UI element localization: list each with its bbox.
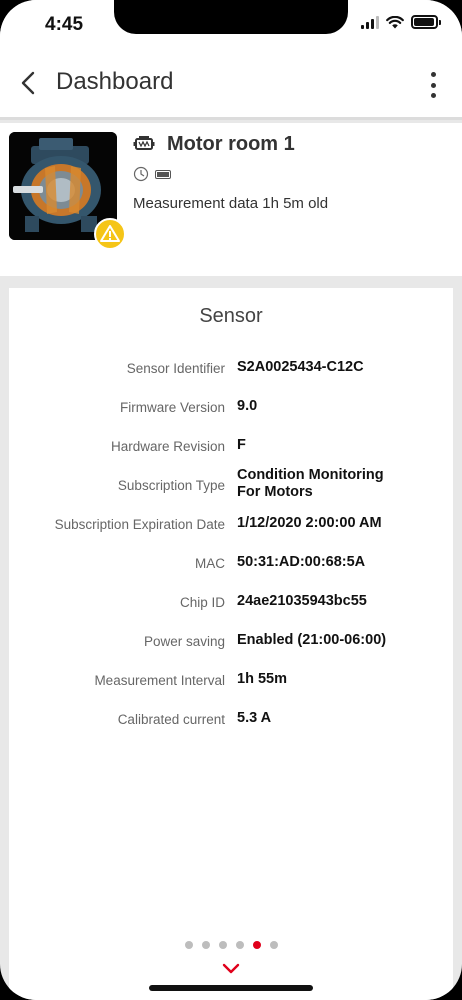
sensor-row-chip-id: Chip ID 24ae21035943bc55 (9, 593, 453, 632)
row-value: 9.0 (237, 398, 258, 414)
row-label: Sensor Identifier (126, 361, 225, 376)
sensor-battery-icon (155, 170, 171, 179)
notch (114, 0, 348, 34)
more-options-button[interactable] (428, 72, 438, 98)
row-value: 1h 55m (237, 671, 287, 687)
measurement-age: Measurement data 1h 5m old (133, 195, 329, 212)
row-label: Chip ID (179, 595, 225, 610)
battery-icon (411, 15, 441, 29)
row-label: MAC (195, 556, 225, 571)
sensor-row-mac: MAC 50:31:AD:00:68:5A (9, 554, 453, 593)
page-title: Dashboard (56, 68, 174, 95)
row-value: S2A0025434-C12C (237, 359, 364, 375)
row-label: Subscription Expiration Date (54, 517, 225, 532)
status-bar: 4:45 (0, 0, 462, 50)
phone-screen: 4:45 Dashboard Motor room 1 Measurement … (0, 0, 462, 1000)
page-dot[interactable] (184, 941, 193, 949)
clock-icon (133, 166, 149, 182)
row-label: Power saving (143, 634, 225, 649)
sensor-row-power-saving: Power saving Enabled (21:00-06:00) (9, 632, 453, 671)
status-time: 4:45 (45, 14, 84, 35)
dot-icon (430, 93, 436, 98)
sensor-row-calibrated-current: Calibrated current 5.3 A (9, 710, 453, 749)
row-value: 1/12/2020 2:00:00 AM (237, 515, 382, 531)
motor-type-icon (133, 136, 155, 150)
sensor-card: Sensor Sensor Identifier S2A0025434-C12C… (9, 288, 453, 1000)
row-value: 5.3 A (237, 710, 272, 726)
row-label: Firmware Version (119, 400, 225, 415)
row-label: Hardware Revision (110, 439, 225, 454)
sensor-row-firmware: Firmware Version 9.0 (9, 398, 453, 437)
cellular-signal-icon (361, 15, 379, 29)
dot-icon (430, 82, 436, 88)
warning-badge (94, 218, 126, 250)
row-value: 50:31:AD:00:68:5A (237, 554, 366, 570)
dot-icon (430, 72, 436, 77)
wifi-icon (386, 15, 404, 28)
sensor-row-expiration: Subscription Expiration Date 1/12/2020 2… (9, 515, 453, 554)
row-value: 24ae21035943bc55 (237, 593, 367, 609)
page-dot[interactable] (269, 941, 278, 949)
row-value: Condition Monitoring For Motors (237, 467, 384, 500)
sensor-title: Sensor (199, 305, 263, 327)
sensor-row-subscription-type: Subscription Type Condition Monitoring F… (9, 467, 453, 515)
asset-card[interactable]: Motor room 1 Measurement data 1h 5m old (0, 123, 462, 276)
row-label: Measurement Interval (94, 673, 225, 688)
row-value: F (237, 437, 246, 453)
chevron-down-icon[interactable] (221, 962, 241, 976)
row-value: Enabled (21:00-06:00) (237, 632, 387, 648)
row-label: Calibrated current (117, 712, 225, 727)
page-dot[interactable] (235, 941, 244, 949)
sensor-row-interval: Measurement Interval 1h 55m (9, 671, 453, 710)
home-indicator[interactable] (149, 985, 313, 991)
asset-name: Motor room 1 (167, 133, 295, 155)
page-indicator[interactable] (0, 941, 462, 949)
page-dot[interactable] (201, 941, 210, 949)
page-dot[interactable] (218, 941, 227, 949)
page-dot-active[interactable] (252, 941, 261, 949)
sensor-row-identifier: Sensor Identifier S2A0025434-C12C (9, 359, 453, 398)
status-icons (361, 15, 441, 29)
sensor-info-list: Sensor Identifier S2A0025434-C12C Firmwa… (9, 359, 453, 749)
app-header: Dashboard (0, 50, 462, 120)
back-button[interactable] (16, 70, 42, 96)
row-label: Subscription Type (117, 478, 225, 493)
warning-icon (100, 225, 120, 242)
